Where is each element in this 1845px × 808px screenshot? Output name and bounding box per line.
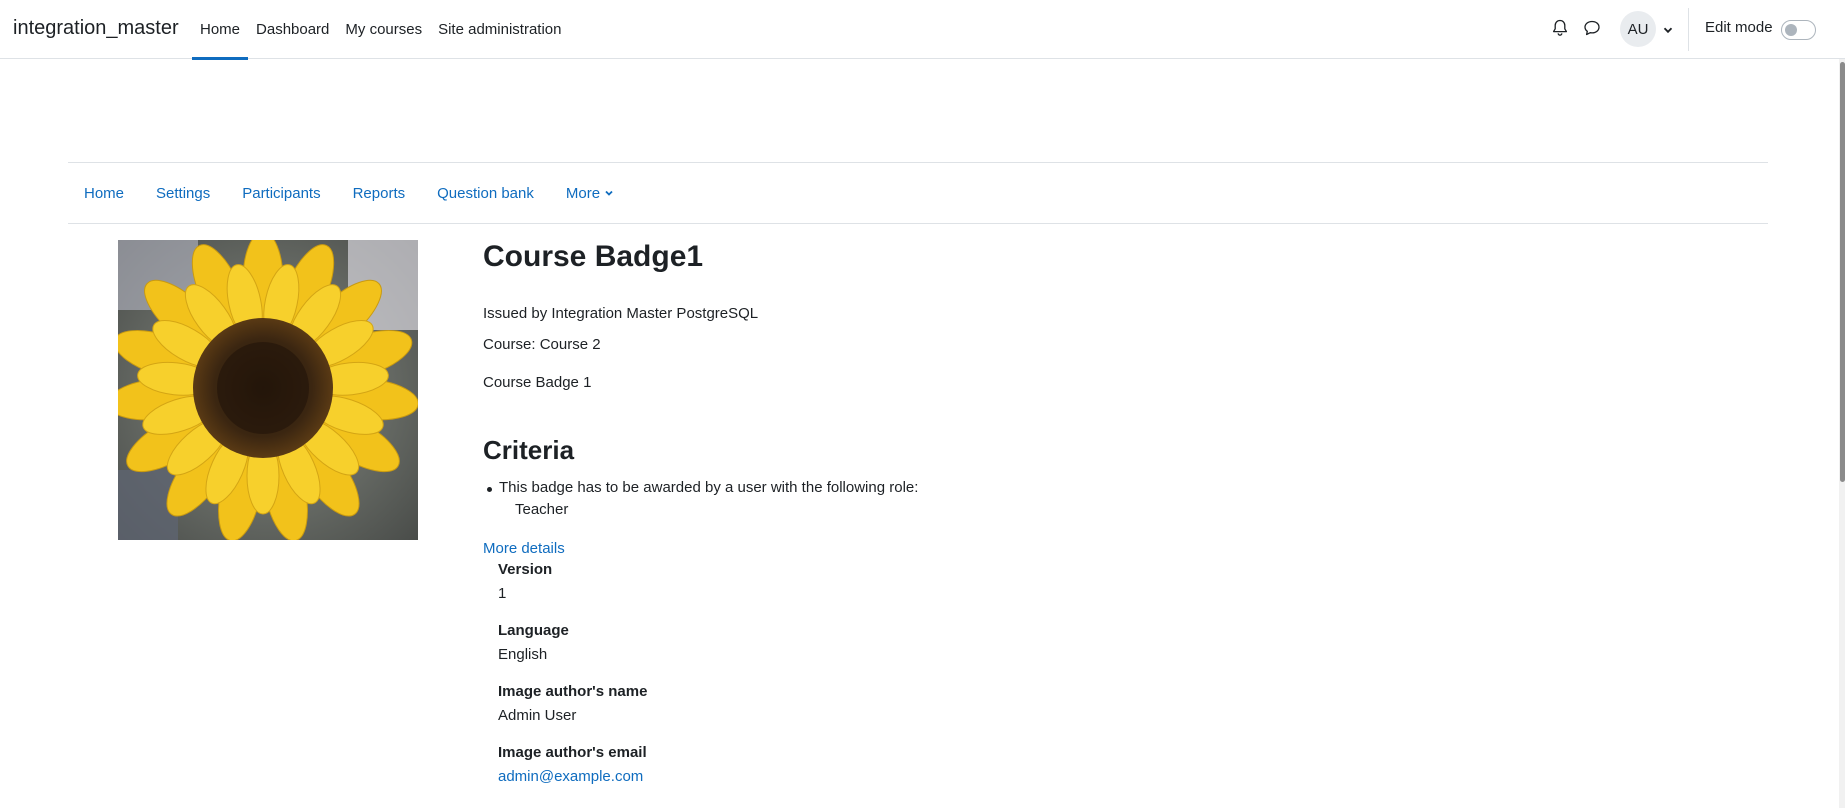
messages-chat-icon[interactable] <box>1582 18 1602 38</box>
primary-nav-dashboard[interactable]: Dashboard <box>248 0 337 59</box>
notifications-bell-icon[interactable] <box>1550 18 1570 38</box>
top-navbar: integration_master Home Dashboard My cou… <box>0 0 1845 60</box>
criteria-heading: Criteria <box>483 435 575 465</box>
detail-label-image-author-email: Image author's email <box>498 744 647 761</box>
primary-nav-my-courses[interactable]: My courses <box>337 0 430 59</box>
primary-nav: Home Dashboard My courses Site administr… <box>192 0 570 60</box>
edit-mode-label: Edit mode <box>1705 19 1773 36</box>
course-secondary-nav: Home Settings Participants Reports Quest… <box>68 162 1768 224</box>
edit-mode-toggle[interactable] <box>1781 20 1816 40</box>
badge-description: Course Badge 1 <box>483 374 592 391</box>
secondary-nav-home[interactable]: Home <box>68 185 140 202</box>
detail-value-image-author-name: Admin User <box>498 707 577 724</box>
page-scrollbar-thumb[interactable] <box>1840 62 1845 482</box>
navbar-divider <box>1688 8 1689 51</box>
sunflower-image <box>118 240 418 540</box>
badge-course: Course: Course 2 <box>483 336 601 353</box>
more-details-link[interactable]: More details <box>483 540 565 557</box>
secondary-nav-question-bank[interactable]: Question bank <box>421 185 550 202</box>
secondary-nav-participants[interactable]: Participants <box>226 185 336 202</box>
detail-label-language: Language <box>498 622 569 639</box>
edit-mode-toggle-knob <box>1785 24 1797 36</box>
badge-title: Course Badge1 <box>483 240 704 273</box>
secondary-nav-reports[interactable]: Reports <box>337 185 422 202</box>
chevron-down-icon <box>605 190 613 196</box>
badge-image <box>118 240 418 540</box>
detail-label-version: Version <box>498 561 553 578</box>
criteria-item-text: This badge has to be awarded by a user w… <box>499 479 919 496</box>
detail-value-image-author-email-link[interactable]: admin@example.com <box>498 768 643 785</box>
detail-label-image-author-name: Image author's name <box>498 683 648 700</box>
criteria-bullet <box>487 487 492 492</box>
user-avatar[interactable]: AU <box>1620 11 1656 47</box>
secondary-nav-settings[interactable]: Settings <box>140 185 226 202</box>
primary-nav-home[interactable]: Home <box>192 0 249 60</box>
user-menu-chevron-down-icon[interactable] <box>1662 23 1674 35</box>
site-brand[interactable]: integration_master <box>13 17 179 40</box>
badge-issuer: Issued by Integration Master PostgreSQL <box>483 305 759 322</box>
secondary-nav-more[interactable]: More <box>550 185 630 202</box>
detail-value-version: 1 <box>498 585 507 602</box>
detail-value-language: English <box>498 646 548 663</box>
secondary-nav-more-label: More <box>565 184 601 202</box>
primary-nav-site-administration[interactable]: Site administration <box>430 0 569 59</box>
criteria-item-role: Teacher <box>515 501 569 518</box>
